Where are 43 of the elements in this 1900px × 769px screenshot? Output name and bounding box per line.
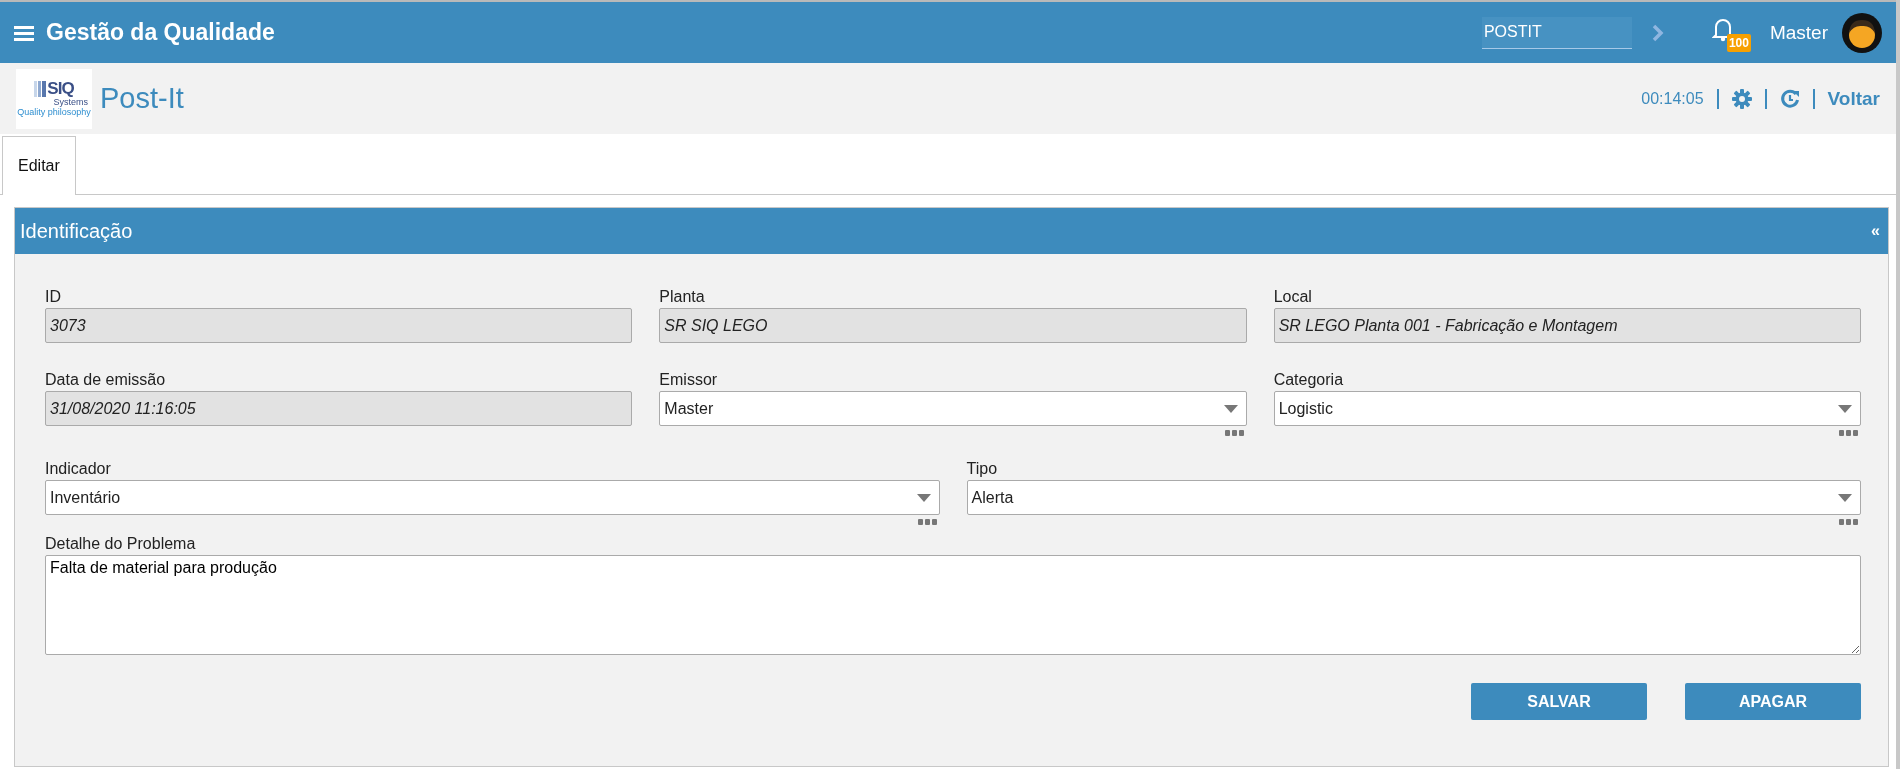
dropdown[interactable]: Inventário xyxy=(45,480,940,515)
dropdown[interactable]: Alerta xyxy=(966,480,1861,515)
readonly-field: 3073 xyxy=(45,308,633,343)
history-icon[interactable] xyxy=(1779,88,1800,109)
dropdown[interactable]: Master xyxy=(659,391,1247,426)
more-icon[interactable] xyxy=(1839,519,1859,525)
field-label: Detalhe do Problema xyxy=(45,535,197,553)
action-button[interactable]: SALVAR xyxy=(1471,683,1647,720)
field-label: Local xyxy=(1273,288,1313,306)
avatar-icon[interactable] xyxy=(1842,12,1882,53)
logo-tagline: Quality philosophy xyxy=(17,107,91,117)
logo-text: SIQ xyxy=(47,80,74,97)
readonly-field: SR SIQ LEGO xyxy=(659,308,1247,343)
user-name[interactable]: Master xyxy=(1769,21,1828,44)
field-label: Tipo xyxy=(966,460,999,478)
field-label: Planta xyxy=(659,288,706,306)
field-label: Categoria xyxy=(1273,371,1345,389)
session-timer: 00:14:05 xyxy=(1641,89,1704,108)
readonly-field: 31/08/2020 11:16:05 xyxy=(45,391,633,426)
action-button[interactable]: APAGAR xyxy=(1685,683,1861,720)
caret-down-icon xyxy=(1838,493,1852,502)
caret-down-icon xyxy=(1223,404,1238,413)
more-icon[interactable] xyxy=(1839,430,1859,436)
panel-title: Identificação xyxy=(20,219,133,243)
notification-count: 100 xyxy=(1726,33,1751,52)
field-label: Emissor xyxy=(659,371,719,389)
dropdown[interactable]: Logistic xyxy=(1273,391,1861,426)
more-icon[interactable] xyxy=(1224,430,1245,436)
more-icon[interactable] xyxy=(917,519,938,525)
tab[interactable]: Editar xyxy=(2,136,76,195)
collapse-button[interactable]: « xyxy=(1871,222,1880,240)
caret-down-icon xyxy=(1838,404,1852,413)
bars-icon xyxy=(34,81,47,97)
field-label: Data de emissão xyxy=(45,371,167,389)
readonly-field: SR LEGO Planta 001 - Fabricação e Montagem xyxy=(1273,308,1861,343)
field-label: ID xyxy=(45,288,62,306)
menu-icon[interactable] xyxy=(14,24,34,41)
page-title: Post-It xyxy=(100,82,184,115)
text-area[interactable]: Falta de material para produção xyxy=(45,555,1861,655)
app-title: Gestão da Qualidade xyxy=(46,19,275,46)
caret-down-icon xyxy=(916,493,931,502)
field-label: Indicador xyxy=(45,460,112,478)
logo-subtitle: Systems xyxy=(53,97,88,107)
